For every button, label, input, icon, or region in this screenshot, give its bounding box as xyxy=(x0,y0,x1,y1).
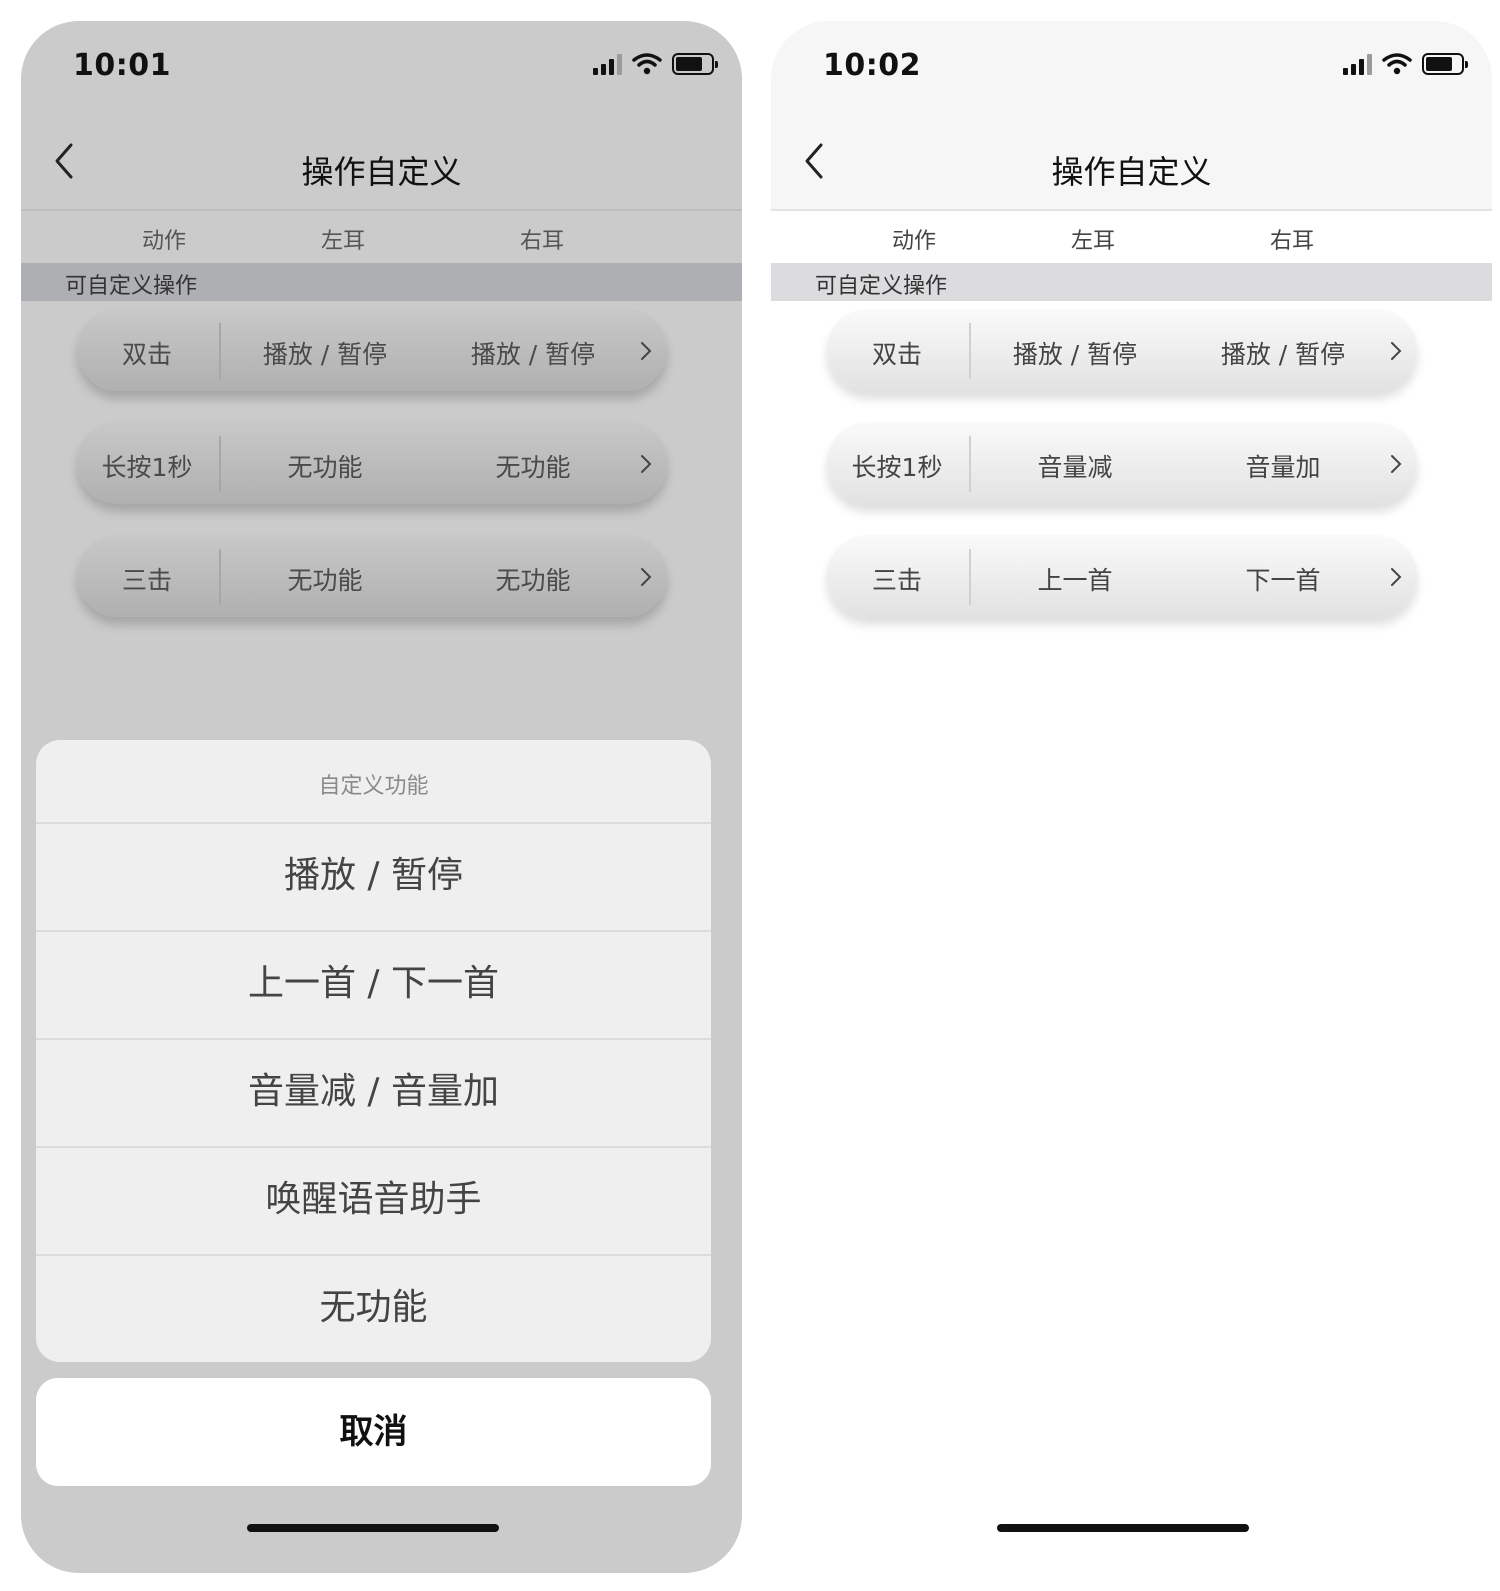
right-ear-value: 无功能 xyxy=(495,566,571,595)
wifi-icon xyxy=(1382,53,1412,75)
action-row-long-press[interactable]: 长按1秒 无功能 无功能 xyxy=(77,422,667,504)
section-header: 可自定义操作 xyxy=(771,263,1492,301)
sheet-option-voice-assistant[interactable]: 唤醒语音助手 xyxy=(36,1146,711,1254)
left-ear-value: 播放 / 暂停 xyxy=(262,340,388,369)
row-divider xyxy=(219,549,221,605)
action-label: 三击 xyxy=(871,566,923,595)
action-row-long-press[interactable]: 长按1秒 音量减 音量加 xyxy=(827,422,1417,504)
nav-bar: 操作自定义 xyxy=(771,111,1492,211)
right-ear-value: 下一首 xyxy=(1245,566,1321,595)
right-ear-value: 播放 / 暂停 xyxy=(470,340,596,369)
column-header-action: 动作 xyxy=(141,229,187,254)
left-ear-value: 音量减 xyxy=(1037,453,1113,482)
action-row-triple-tap[interactable]: 三击 上一首 下一首 xyxy=(827,535,1417,617)
left-ear-value: 上一首 xyxy=(1037,566,1113,595)
sheet-option-prev-next[interactable]: 上一首 / 下一首 xyxy=(36,930,711,1038)
comparison-canvas: 10:01 操作自定义 动作 左耳 右耳 可自定义操作 双击 播放 / 暂停 播… xyxy=(0,0,1500,1591)
column-header-left-ear: 左耳 xyxy=(320,229,366,254)
home-indicator[interactable] xyxy=(997,1524,1249,1532)
action-label: 长按1秒 xyxy=(851,453,943,482)
chevron-right-icon xyxy=(641,568,652,586)
column-header-right-ear: 右耳 xyxy=(1269,229,1315,254)
action-label: 三击 xyxy=(121,566,173,595)
status-time: 10:01 xyxy=(73,48,171,83)
status-bar: 10:02 xyxy=(771,21,1492,111)
wifi-icon xyxy=(632,53,662,75)
section-header: 可自定义操作 xyxy=(21,263,742,301)
left-ear-value: 无功能 xyxy=(287,453,363,482)
home-indicator[interactable] xyxy=(247,1524,499,1532)
right-ear-value: 音量加 xyxy=(1245,453,1321,482)
action-label: 双击 xyxy=(121,340,173,369)
page-title: 操作自定义 xyxy=(1051,153,1212,191)
column-header-left-ear: 左耳 xyxy=(1070,229,1116,254)
action-row-double-tap[interactable]: 双击 播放 / 暂停 播放 / 暂停 xyxy=(77,309,667,391)
action-label: 长按1秒 xyxy=(101,453,193,482)
page-title: 操作自定义 xyxy=(301,153,462,191)
status-icons xyxy=(593,53,718,75)
action-row-triple-tap[interactable]: 三击 无功能 无功能 xyxy=(77,535,667,617)
battery-icon xyxy=(672,53,718,75)
nav-bar: 操作自定义 xyxy=(21,111,742,211)
phone-screen-left: 10:01 操作自定义 动作 左耳 右耳 可自定义操作 双击 播放 / 暂停 播… xyxy=(21,21,742,1573)
chevron-right-icon xyxy=(1391,342,1402,360)
cancel-button[interactable]: 取消 xyxy=(36,1378,711,1486)
section-header-label: 可自定义操作 xyxy=(65,274,198,299)
row-divider xyxy=(219,323,221,379)
row-divider xyxy=(219,436,221,492)
action-sheet: 自定义功能 播放 / 暂停 上一首 / 下一首 音量减 / 音量加 唤醒语音助手… xyxy=(36,740,711,1362)
left-ear-value: 无功能 xyxy=(287,566,363,595)
status-time: 10:02 xyxy=(823,48,921,83)
cellular-signal-icon xyxy=(1343,53,1372,75)
chevron-right-icon xyxy=(641,455,652,473)
row-divider xyxy=(969,549,971,605)
column-header: 动作 左耳 右耳 xyxy=(21,213,742,263)
battery-icon xyxy=(1422,53,1468,75)
row-divider xyxy=(969,436,971,492)
chevron-right-icon xyxy=(1391,455,1402,473)
row-divider xyxy=(969,323,971,379)
section-header-label: 可自定义操作 xyxy=(815,274,948,299)
chevron-right-icon xyxy=(1391,568,1402,586)
sheet-option-play-pause[interactable]: 播放 / 暂停 xyxy=(36,822,711,930)
right-ear-value: 播放 / 暂停 xyxy=(1220,340,1346,369)
column-header-right-ear: 右耳 xyxy=(519,229,565,254)
sheet-option-volume[interactable]: 音量减 / 音量加 xyxy=(36,1038,711,1146)
column-header: 动作 左耳 右耳 xyxy=(771,213,1492,263)
phone-screen-right: 10:02 操作自定义 动作 左耳 右耳 可自定义操作 双击 播放 / 暂停 播… xyxy=(771,21,1492,1573)
column-header-action: 动作 xyxy=(891,229,937,254)
status-bar: 10:01 xyxy=(21,21,742,111)
right-ear-value: 无功能 xyxy=(495,453,571,482)
action-label: 双击 xyxy=(871,340,923,369)
sheet-option-no-function[interactable]: 无功能 xyxy=(36,1254,711,1362)
cellular-signal-icon xyxy=(593,53,622,75)
left-ear-value: 播放 / 暂停 xyxy=(1012,340,1138,369)
action-sheet-title: 自定义功能 xyxy=(318,774,429,799)
status-icons xyxy=(1343,53,1468,75)
action-row-double-tap[interactable]: 双击 播放 / 暂停 播放 / 暂停 xyxy=(827,309,1417,391)
chevron-right-icon xyxy=(641,342,652,360)
